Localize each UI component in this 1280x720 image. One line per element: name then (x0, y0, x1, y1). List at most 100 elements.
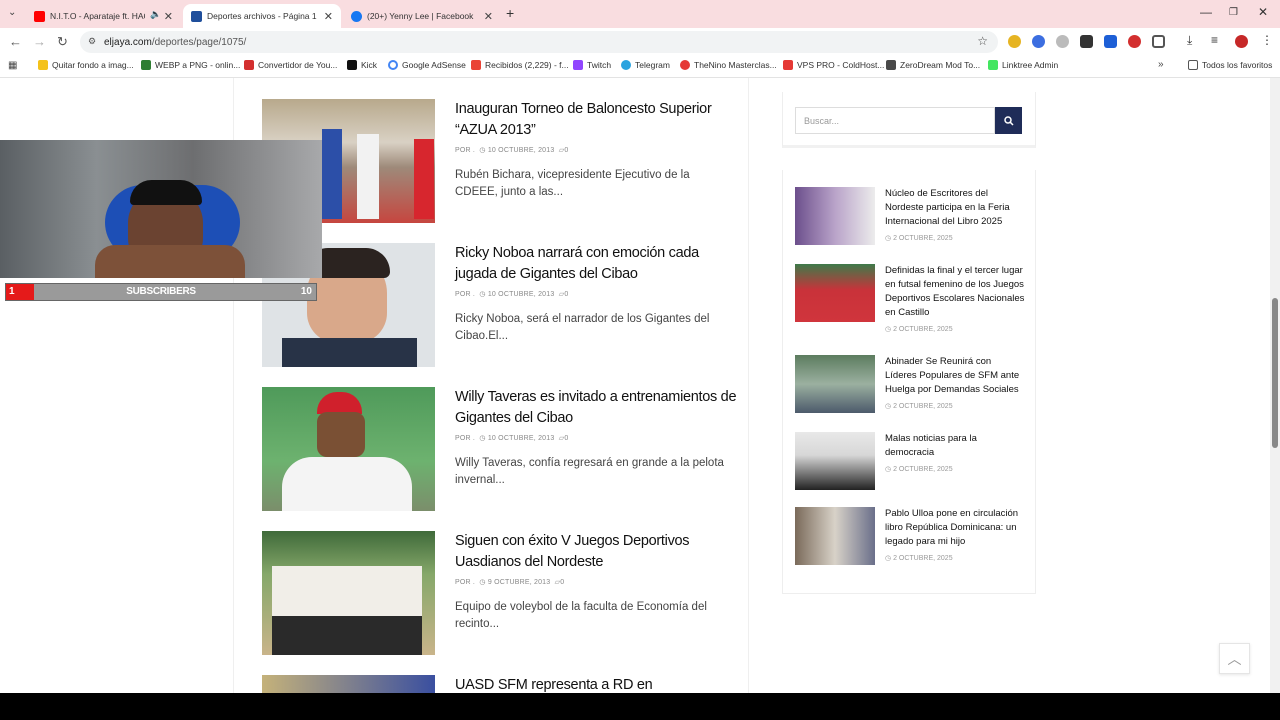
bookmark-item[interactable]: Telegram (621, 60, 670, 70)
more-bookmarks-icon[interactable]: » (1158, 59, 1164, 70)
bookmark-icon (886, 60, 896, 70)
bookmark-item[interactable]: Twitch (573, 60, 611, 70)
tab-youtube[interactable]: N.I.T.O - Aparataje ft. HACH 🔈 ✕ (26, 4, 181, 28)
bookmark-item[interactable]: Quitar fondo a imag... (38, 60, 134, 70)
tab-facebook[interactable]: (20+) Yenny Lee | Facebook ✕ (343, 4, 501, 28)
article-title[interactable]: Ricky Noboa narrará con emoción cada jug… (455, 243, 740, 285)
bookmark-item[interactable]: ZeroDream Mod To... (886, 60, 980, 70)
bookmark-item[interactable]: Recibidos (2,229) - f... (471, 60, 569, 70)
site-favicon-icon (191, 10, 202, 22)
bookmark-icon (38, 60, 48, 70)
post-title[interactable]: Pablo Ulloa pone en circulación libro Re… (885, 507, 1025, 549)
address-bar[interactable]: ⚙ eljaya.com/deportes/page/1075/ ☆ (80, 31, 998, 53)
post-title[interactable]: Definidas la final y el tercer lugar en … (885, 264, 1025, 320)
article-thumbnail[interactable] (262, 531, 435, 655)
article-excerpt: Rubén Bichara, vicepresidente Ejecutivo … (455, 169, 690, 198)
post-title[interactable]: Malas noticias para la democracia (885, 432, 1025, 460)
extension-icon[interactable] (1128, 35, 1141, 48)
bookmark-item[interactable]: VPS PRO - ColdHost... (783, 60, 884, 70)
extension-icon[interactable] (1056, 35, 1069, 48)
tab-search-icon[interactable]: ⌄ (8, 7, 16, 18)
back-to-top-button[interactable]: ︿ (1219, 643, 1250, 674)
url-path: /deportes/page/1075/ (151, 36, 247, 48)
article-item: Inauguran Torneo de Baloncesto Superior … (262, 99, 742, 223)
post-date: ◷ 2 OCTUBRE, 2025 (885, 554, 953, 562)
site-info-icon[interactable]: ⚙ (88, 36, 96, 47)
reload-icon[interactable]: ↻ (57, 34, 68, 50)
apps-grid-icon[interactable]: ▦ (8, 60, 17, 71)
byline: POR (455, 435, 471, 442)
bookmarks-bar: ▦ Quitar fondo a imag... WEBP a PNG - on… (0, 56, 1280, 78)
fire-icon (680, 60, 690, 70)
bookmark-star-icon[interactable]: ☆ (977, 34, 988, 48)
comment-count[interactable]: 0 (564, 435, 568, 442)
article-title[interactable]: Siguen con éxito V Juegos Deportivos Uas… (455, 531, 740, 573)
post-title[interactable]: Abinader Se Reunirá con Líderes Populare… (885, 355, 1025, 397)
tab-title: (20+) Yenny Lee | Facebook (367, 11, 474, 21)
post-thumbnail[interactable] (795, 507, 875, 565)
bookmark-item[interactable]: Google AdSense (388, 60, 466, 70)
profile-avatar[interactable] (1235, 35, 1248, 48)
bookmark-item[interactable]: Kick (347, 60, 377, 70)
article-thumbnail[interactable] (262, 675, 435, 693)
close-tab-icon[interactable]: ✕ (324, 10, 333, 23)
bookmark-label: Linktree Admin (1002, 60, 1059, 70)
article-meta: POR . ◷ 9 OCTUBRE, 2013 ▱0 (455, 579, 565, 586)
post-date: ◷ 2 OCTUBRE, 2025 (885, 234, 953, 242)
back-icon[interactable]: ← (9, 34, 22, 49)
comment-count[interactable]: 0 (560, 579, 564, 586)
new-tab-icon[interactable]: + (506, 5, 514, 21)
media-icon[interactable]: ≡ (1211, 33, 1218, 47)
extension-icon[interactable] (1104, 35, 1117, 48)
article-excerpt: Willy Taveras, confía regresará en grand… (455, 457, 724, 486)
bookmark-label: WEBP a PNG - onlin... (155, 60, 241, 70)
forward-icon[interactable]: → (33, 34, 46, 49)
extension-icon[interactable] (1080, 35, 1093, 48)
article-date: 10 OCTUBRE, 2013 (487, 435, 555, 442)
bookmark-item[interactable]: Linktree Admin (988, 60, 1058, 70)
close-tab-icon[interactable]: ✕ (484, 10, 493, 23)
restore-icon[interactable]: ❐ (1229, 7, 1238, 18)
bookmark-item[interactable]: TheNino Masterclas... (680, 60, 777, 70)
tab-title: Deportes archivos - Página 107 (207, 11, 317, 21)
speaker-icon: 🔈 (150, 9, 162, 19)
close-window-icon[interactable]: ✕ (1258, 5, 1268, 19)
minimize-icon[interactable]: — (1200, 5, 1212, 19)
clock-icon: ◷ (885, 235, 892, 242)
post-title[interactable]: Núcleo de Escritores del Nordeste partic… (885, 187, 1025, 229)
article-title[interactable]: Inauguran Torneo de Baloncesto Superior … (455, 99, 740, 141)
bookmark-item[interactable]: WEBP a PNG - onlin... (141, 60, 240, 70)
download-icon[interactable]: ⤓ (1187, 33, 1192, 48)
scrollbar-thumb[interactable] (1272, 298, 1278, 448)
search-button[interactable] (995, 107, 1022, 134)
browser-tab-strip: ⌄ N.I.T.O - Aparataje ft. HACH 🔈 ✕ Depor… (0, 0, 1280, 28)
clock-icon: ◷ (885, 555, 892, 562)
all-bookmarks-folder[interactable]: Todos los favoritos (1188, 60, 1272, 70)
bookmark-label: Telegram (635, 60, 670, 70)
bookmark-icon (141, 60, 151, 70)
post-date-text: 2 OCTUBRE, 2025 (893, 403, 953, 410)
browser-toolbar: ← → ↻ ⚙ eljaya.com/deportes/page/1075/ ☆… (0, 28, 1280, 56)
tab-deportes[interactable]: Deportes archivos - Página 107 ✕ (183, 4, 341, 28)
bookmark-label: Kick (361, 60, 378, 70)
comment-count[interactable]: 0 (564, 291, 568, 298)
close-tab-icon[interactable]: ✕ (164, 10, 173, 23)
article-title[interactable]: Willy Taveras es invitado a entrenamient… (455, 387, 740, 429)
post-thumbnail[interactable] (795, 264, 875, 322)
linktree-icon (988, 60, 998, 70)
bookmark-label: VPS PRO - ColdHost... (797, 60, 885, 70)
article-title[interactable]: UASD SFM representa a RD en Panamericano (455, 675, 740, 693)
bookmark-item[interactable]: Convertidor de You... (244, 60, 337, 70)
search-input[interactable]: Buscar... (795, 107, 995, 134)
menu-icon[interactable]: ⋮ (1261, 33, 1273, 47)
post-date-text: 2 OCTUBRE, 2025 (893, 235, 953, 242)
extension-icon[interactable] (1008, 35, 1021, 48)
article-thumbnail[interactable] (262, 387, 435, 511)
post-thumbnail[interactable] (795, 187, 875, 245)
article-meta: POR . ◷ 10 OCTUBRE, 2013 ▱0 (455, 291, 569, 298)
extensions-puzzle-icon[interactable] (1152, 35, 1165, 48)
post-thumbnail[interactable] (795, 355, 875, 413)
comment-count[interactable]: 0 (564, 147, 568, 154)
extension-icon[interactable] (1032, 35, 1045, 48)
post-thumbnail[interactable] (795, 432, 875, 490)
